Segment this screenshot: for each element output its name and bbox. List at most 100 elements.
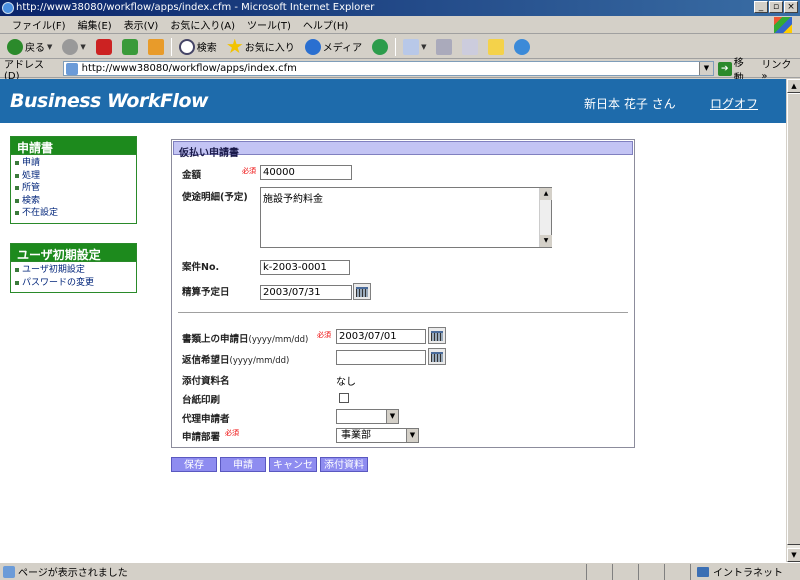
required-mark: 必須 — [242, 167, 256, 175]
logout-link[interactable]: ログオフ — [710, 95, 758, 112]
apply-button[interactable]: 申請 — [220, 457, 266, 472]
address-input[interactable]: http://www38080/workflow/apps/index.cfm … — [62, 61, 714, 76]
forward-arrow-icon — [62, 38, 79, 55]
settlement-calendar-button[interactable] — [353, 283, 371, 300]
bullet-icon — [15, 173, 19, 178]
media-icon — [304, 38, 321, 55]
scroll-thumb[interactable] — [787, 93, 800, 545]
window-title-bar: http://www38080/workflow/apps/index.cfm … — [0, 0, 800, 16]
sidebar-item-jurisdiction[interactable]: 所管 — [15, 182, 132, 195]
required-mark: 必須 — [317, 331, 331, 339]
note-icon — [488, 38, 505, 55]
minimize-button[interactable]: _ — [754, 1, 768, 13]
discuss-button[interactable] — [485, 38, 507, 55]
window-controls: _ ▫ × — [754, 1, 798, 13]
sidebar-item-absence[interactable]: 不在設定 — [15, 207, 132, 220]
advance-payment-form: 仮払い申請書 金額 必須 40000 使途明細(予定) 施設予約料金 ▲ ▼ 案… — [171, 139, 635, 448]
case-no-input[interactable]: k-2003-0001 — [260, 260, 350, 275]
sidebar-item-process[interactable]: 処理 — [15, 170, 132, 183]
sidebar-item-search[interactable]: 検索 — [15, 195, 132, 208]
search-button[interactable]: 検索 — [176, 38, 220, 55]
sidebar-group-application: 申請書 申請 処理 所管 検索 不在設定 — [10, 136, 137, 224]
ledger-print-checkbox[interactable] — [339, 393, 349, 403]
menu-file[interactable]: ファイル(F) — [6, 17, 72, 32]
refresh-button[interactable] — [119, 38, 141, 55]
proxy-select[interactable]: ▼ — [336, 409, 399, 424]
page-done-icon — [3, 565, 15, 578]
reply-date-input[interactable] — [336, 350, 426, 365]
media-button[interactable]: メディア — [302, 38, 365, 55]
home-button[interactable] — [145, 38, 167, 55]
star-icon — [227, 38, 243, 54]
favorites-button[interactable]: お気に入り — [224, 38, 298, 55]
scroll-up-icon[interactable]: ▲ — [540, 188, 552, 200]
back-arrow-icon — [7, 38, 23, 55]
calendar-icon — [431, 352, 443, 362]
stop-button[interactable] — [93, 38, 115, 55]
window-title: http://www38080/workflow/apps/index.cfm … — [16, 2, 375, 13]
mail-icon — [403, 38, 420, 55]
cancel-button[interactable]: キャンセル — [269, 457, 317, 486]
settlement-date-input[interactable]: 2003/07/31 — [260, 285, 352, 300]
status-cell — [586, 563, 612, 580]
amount-label: 金額 — [182, 170, 202, 181]
messenger-button[interactable] — [511, 38, 533, 55]
sidebar-item-apply[interactable]: 申請 — [15, 157, 132, 170]
form-actions: 保存 申請 キャンセル 添付資料 — [171, 457, 368, 486]
save-button[interactable]: 保存 — [171, 457, 217, 472]
back-button[interactable]: 戻る ▼ — [4, 38, 55, 55]
sidebar-list: 申請 処理 所管 検索 不在設定 — [11, 155, 136, 223]
menu-favorites[interactable]: お気に入り(A) — [164, 17, 241, 32]
maximize-button[interactable]: ▫ — [769, 1, 783, 13]
browser-toolbar: 戻る ▼ ▼ 検索 お気に入り メディア ▼ — [0, 35, 800, 59]
case-no-label: 案件No. — [182, 262, 220, 273]
scroll-up-icon[interactable]: ▲ — [787, 79, 800, 93]
print-button[interactable] — [433, 38, 455, 55]
brand-logo: Business WorkFlow — [10, 90, 209, 112]
attach-button[interactable]: 添付資料 — [320, 457, 368, 472]
purpose-textarea[interactable]: 施設予約料金 ▲ ▼ — [260, 187, 552, 248]
search-icon — [178, 38, 195, 55]
doc-date-input[interactable]: 2003/07/01 — [336, 329, 426, 344]
stop-icon — [95, 38, 112, 55]
proxy-label: 代理申請者 — [182, 414, 230, 425]
edit-button[interactable] — [459, 38, 481, 55]
sidebar-item-user-settings[interactable]: ユーザ初期設定 — [15, 264, 132, 277]
chevron-down-icon[interactable]: ▼ — [698, 62, 713, 75]
scroll-down-icon[interactable]: ▼ — [540, 235, 552, 247]
ie-icon — [2, 2, 14, 14]
textarea-scrollbar[interactable]: ▲ ▼ — [539, 188, 552, 247]
history-button[interactable] — [369, 38, 391, 55]
menu-view[interactable]: 表示(V) — [118, 17, 165, 32]
calendar-icon — [431, 331, 443, 341]
menu-tools[interactable]: ツール(T) — [241, 17, 297, 32]
menu-bar: ファイル(F) 編集(E) 表示(V) お気に入り(A) ツール(T) ヘルプ(… — [0, 16, 800, 34]
page-scrollbar[interactable]: ▲ ▼ — [786, 79, 800, 562]
go-arrow-icon: ➔ — [717, 61, 732, 76]
toolbar-separator — [395, 37, 397, 56]
purpose-text: 施設予約料金 — [263, 194, 323, 205]
intranet-icon — [697, 566, 709, 577]
bullet-icon — [15, 280, 19, 285]
department-select[interactable]: 事業部 ▼ — [336, 428, 419, 443]
sidebar-group-title: ユーザ初期設定 — [11, 244, 136, 262]
chevron-down-icon: ▼ — [386, 410, 398, 423]
amount-input[interactable]: 40000 — [260, 165, 352, 180]
status-bar: ページが表示されました イントラネット — [0, 562, 800, 580]
close-button[interactable]: × — [784, 1, 798, 13]
doc-date-calendar-button[interactable] — [428, 327, 446, 344]
sidebar-group-user-settings: ユーザ初期設定 ユーザ初期設定 パスワードの変更 — [10, 243, 137, 293]
department-label: 申請部署 — [182, 432, 221, 443]
page-icon — [65, 62, 78, 75]
menu-help[interactable]: ヘルプ(H) — [297, 17, 354, 32]
sidebar-item-password[interactable]: パスワードの変更 — [15, 277, 132, 290]
scroll-down-icon[interactable]: ▼ — [787, 548, 800, 562]
back-label: 戻る — [25, 43, 45, 54]
status-cell — [612, 563, 638, 580]
mail-button[interactable]: ▼ — [400, 38, 429, 55]
links-button[interactable]: リンク » — [761, 56, 800, 82]
forward-button[interactable]: ▼ — [59, 38, 88, 55]
menu-edit[interactable]: 編集(E) — [72, 17, 118, 32]
address-label: アドレス(D) — [4, 59, 44, 82]
reply-date-calendar-button[interactable] — [428, 348, 446, 365]
